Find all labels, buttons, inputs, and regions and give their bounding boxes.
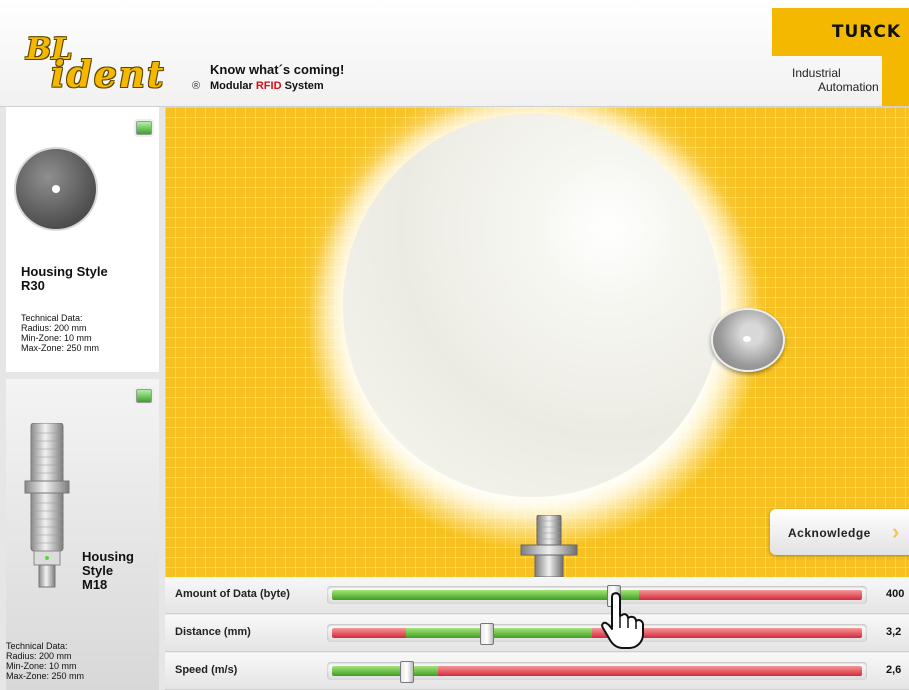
amount-of-data-value: 400 <box>886 588 905 600</box>
simulation-area: Acknowledge › <box>165 107 909 577</box>
header: BL ident ® Know what´s coming! Modular R… <box>0 0 909 107</box>
technical-data-r30: Technical Data: Radius: 200 mm Min-Zone:… <box>21 313 100 353</box>
housing-style-m18-panel[interactable]: Housing Style M18 Technical Data: Radius… <box>6 379 159 690</box>
app-window: BL ident ® Know what´s coming! Modular R… <box>0 0 909 690</box>
housing-title-m18: Housing Style M18 <box>82 549 134 592</box>
slider-thumb[interactable] <box>400 661 415 683</box>
industrial-label: Industrial <box>792 66 841 80</box>
slider-segment-red <box>332 628 407 638</box>
acknowledge-button[interactable]: Acknowledge › <box>770 509 909 555</box>
slider-thumb[interactable] <box>479 623 494 645</box>
speed-label: Speed (m/s) <box>175 664 238 676</box>
bl-ident-logo: BL ident ® <box>16 32 201 96</box>
r30-disc-icon <box>14 147 98 231</box>
slider-segment-red <box>438 666 862 676</box>
acknowledge-label: Acknowledge <box>788 526 871 540</box>
controls-panel: Amount of Data (byte) 400 Distance (mm) … <box>165 577 909 690</box>
registered-mark: ® <box>192 80 201 92</box>
subtitle-prefix: Modular <box>210 80 256 92</box>
sidebar: Housing Style R30 Technical Data: Radius… <box>0 107 165 690</box>
subtitle-rfid: RFID <box>255 80 282 92</box>
logo-text-ident: ident <box>51 54 166 96</box>
select-m18-button[interactable] <box>136 389 152 403</box>
control-row-distance: Distance (mm) 3,2 <box>165 615 909 652</box>
brand-box: TURCK <box>772 8 909 56</box>
rfid-tag-disc[interactable] <box>711 308 785 372</box>
turck-logo: TURCK <box>831 22 901 42</box>
subtitle: Modular RFID System <box>210 80 324 92</box>
m18-sensor-icon <box>24 423 70 588</box>
tagline: Know what´s coming! <box>210 62 345 77</box>
control-row-amount-of-data: Amount of Data (byte) 400 <box>165 577 909 614</box>
reader-head-icon <box>520 515 578 577</box>
housing-style-r30-panel[interactable]: Housing Style R30 Technical Data: Radius… <box>6 107 159 372</box>
control-row-speed: Speed (m/s) 2,6 <box>165 653 909 690</box>
select-r30-button[interactable] <box>136 121 152 135</box>
slider-segment-green <box>332 666 438 676</box>
technical-data-m18: Technical Data: Radius: 200 mm Min-Zone:… <box>6 641 85 681</box>
brand-strip <box>882 56 909 106</box>
chevron-right-icon: › <box>892 519 900 544</box>
slider-segment-red <box>639 590 862 600</box>
automation-label: Automation <box>818 80 879 94</box>
speed-slider[interactable] <box>327 661 867 683</box>
distance-label: Distance (mm) <box>175 626 251 638</box>
slider-segment-green <box>332 590 640 600</box>
housing-title-r30: Housing Style R30 <box>21 264 108 293</box>
distance-value: 3,2 <box>886 626 902 638</box>
hand-cursor-icon <box>601 592 644 649</box>
subtitle-suffix: System <box>281 80 324 92</box>
slider-segment-green <box>406 628 592 638</box>
speed-value: 2,6 <box>886 664 902 676</box>
amount-of-data-label: Amount of Data (byte) <box>175 588 290 600</box>
rfid-read-field <box>343 114 721 497</box>
